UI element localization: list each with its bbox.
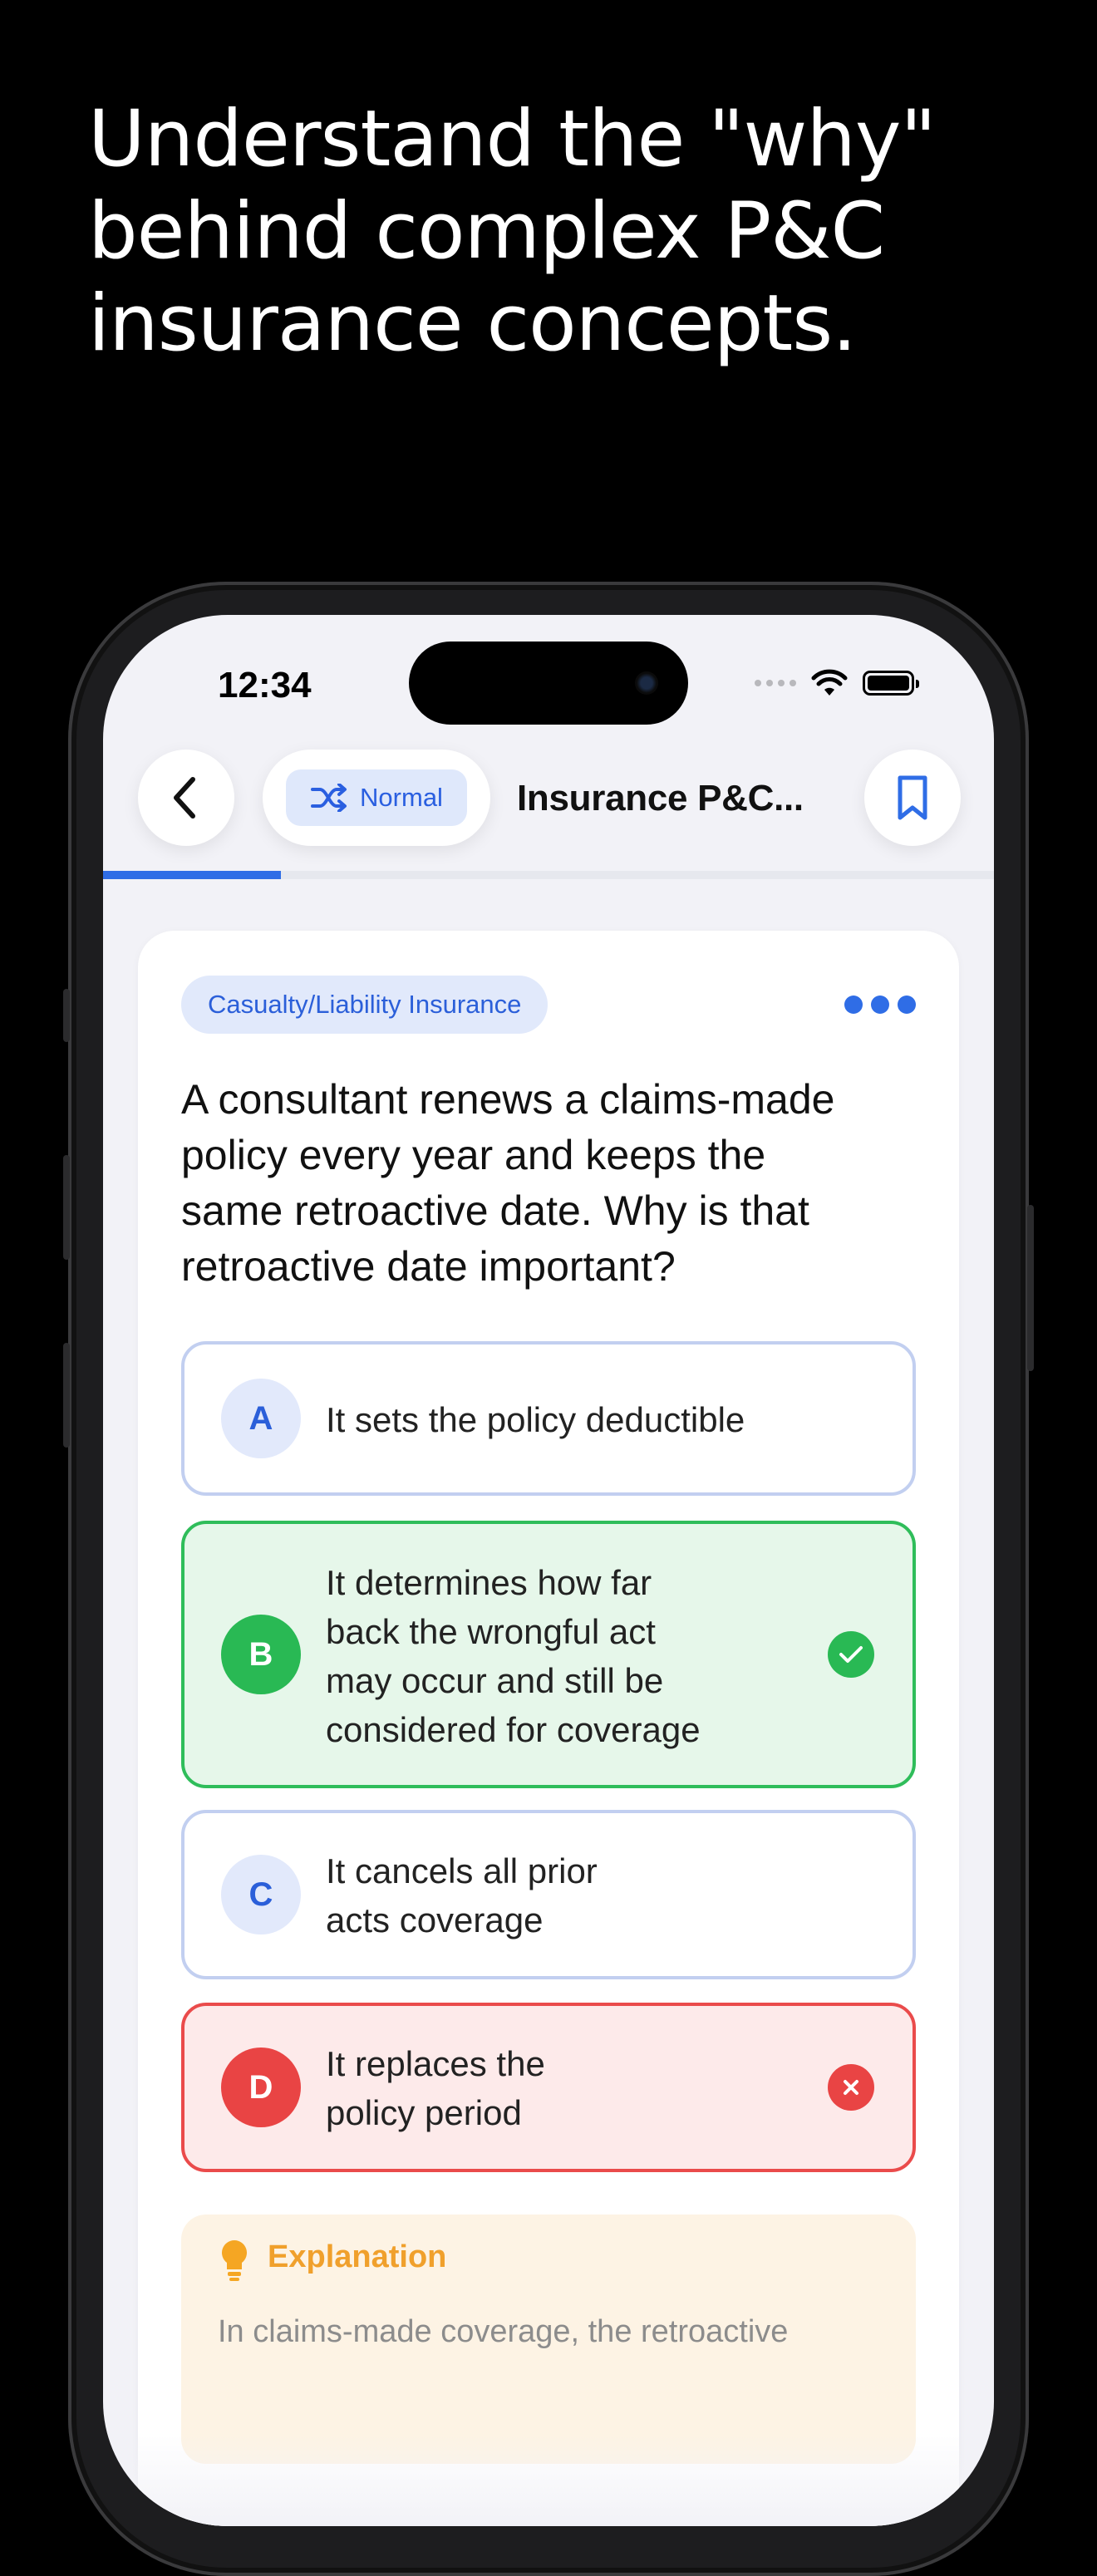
question-line: policy every year and keeps the [181,1132,766,1178]
lightbulb-icon [222,2240,247,2281]
headline-line-2: behind complex P&C [88,186,885,277]
progress-fill [103,871,282,879]
answer-option-a[interactable]: A It sets the policy deductible [181,1341,916,1496]
explanation-title: Explanation [268,2239,447,2274]
more-options-button[interactable] [844,995,916,1014]
answer-option-b[interactable]: B It determines how far back the wrongfu… [181,1521,916,1788]
camera-icon [635,671,658,695]
dynamic-island [409,642,688,725]
option-text-d: It replaces the policy period [326,2044,545,2132]
mode-selector[interactable]: Normal [263,750,490,846]
shuffle-icon [311,784,347,812]
question-line: A consultant renews a claims-made [181,1076,835,1123]
close-icon [828,2064,874,2111]
status-time: 12:34 [218,665,312,705]
mode-label: Normal [360,783,443,812]
category-tag: Casualty/Liability Insurance [181,976,548,1034]
explanation-box: Explanation In claims-made coverage, the… [181,2215,916,2464]
progress-bar [103,871,994,879]
option-letter-a: A [221,1379,301,1458]
option-text-b: It determines how far back the wrongful … [326,1563,701,1749]
page-title: Insurance P&C... [517,778,804,819]
back-button[interactable] [138,750,234,846]
question-line: retroactive date important? [181,1243,676,1290]
option-letter-b: B [221,1615,301,1694]
phone-screen: 12:34 Normal Insurance P&C... Casualty/L… [103,615,994,2526]
question-line: same retroactive date. Why is that [181,1187,809,1234]
signal-icon [755,680,796,686]
question-card: Casualty/Liability Insurance A consultan… [138,931,959,2526]
question-text: A consultant renews a claims-made policy… [181,1072,929,1295]
bookmark-icon [898,775,927,820]
answer-option-c[interactable]: C It cancels all prior acts coverage [181,1810,916,1979]
volume-up-button [63,1155,70,1260]
power-button [1027,1205,1034,1371]
option-text-c: It cancels all prior acts coverage [326,1851,598,1939]
bottom-fade [103,2435,994,2526]
battery-icon [863,671,919,696]
checkmark-icon [828,1631,874,1678]
headline-line-1: Understand the "why" [88,94,937,184]
headline-line-3: insurance concepts. [88,278,857,369]
mode-chip: Normal [286,769,467,826]
answer-option-d[interactable]: D It replaces the policy period [181,2003,916,2172]
option-text-a: It sets the policy deductible [326,1400,745,1439]
status-icons [755,666,919,700]
explanation-text: In claims-made coverage, the retroactive [218,2314,789,2349]
chevron-left-icon [174,777,195,819]
wifi-icon [811,669,848,696]
nav-bar: Normal Insurance P&C... [103,750,994,846]
action-button [63,989,70,1042]
volume-down-button [63,1343,70,1448]
headline: Understand the "why" behind complex P&C … [88,93,1052,370]
option-letter-c: C [221,1855,301,1934]
option-letter-d: D [221,2048,301,2127]
bookmark-button[interactable] [864,750,961,846]
